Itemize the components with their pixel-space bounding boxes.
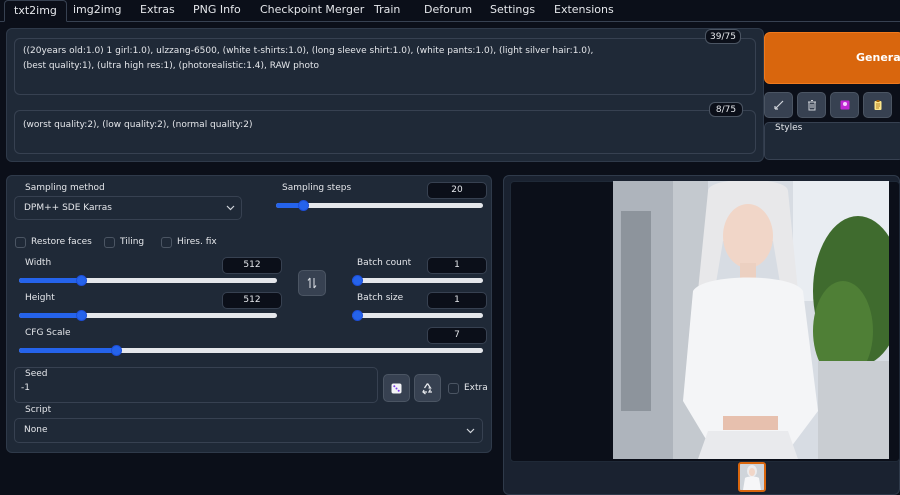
recycle-icon	[422, 382, 432, 395]
sampling-method-label: Sampling method	[25, 183, 105, 193]
extra-seed-label: Extra	[464, 383, 488, 393]
hires-fix-label: Hires. fix	[177, 237, 217, 247]
picture-icon	[840, 100, 849, 110]
swap-icon	[307, 277, 317, 289]
generated-portrait-drawing	[613, 181, 889, 459]
cfg-scale-label: CFG Scale	[25, 328, 71, 338]
tab-img2img[interactable]: img2img	[73, 0, 122, 22]
tab-extensions[interactable]: Extensions	[554, 0, 614, 22]
sampling-method-value: DPM++ SDE Karras	[24, 203, 112, 213]
slider-thumb[interactable]	[352, 310, 363, 321]
width-input[interactable]: 512	[222, 257, 282, 274]
script-value: None	[24, 425, 48, 435]
tiling-checkbox[interactable]	[104, 237, 115, 248]
read-params-button[interactable]	[764, 92, 793, 118]
clear-prompt-button[interactable]	[797, 92, 826, 118]
swap-dimensions-button[interactable]	[298, 270, 326, 296]
batch-count-slider[interactable]	[352, 275, 483, 286]
clipboard-icon	[874, 100, 881, 110]
tab-txt2img[interactable]: txt2img	[4, 0, 67, 22]
styles-label: Styles	[775, 123, 803, 133]
tab-extras[interactable]: Extras	[140, 0, 175, 22]
prompt-line-2: (best quality:1), (ultra high res:1), (p…	[23, 61, 320, 71]
script-label: Script	[25, 405, 52, 415]
slider-fill	[19, 278, 81, 283]
chevron-down-icon	[466, 428, 475, 434]
hires-fix-checkbox[interactable]	[161, 237, 172, 248]
restore-faces-checkbox[interactable]	[15, 237, 26, 248]
slider-thumb[interactable]	[297, 200, 309, 211]
negative-prompt-token-counter: 8/75	[709, 102, 743, 117]
sampling-steps-label: Sampling steps	[282, 183, 352, 193]
trash-icon	[807, 100, 816, 111]
seed-group	[14, 367, 378, 403]
cfg-scale-slider[interactable]	[19, 345, 483, 356]
slider-fill	[19, 348, 117, 353]
extra-seed-checkbox[interactable]	[448, 383, 459, 394]
batch-size-input[interactable]: 1	[427, 292, 487, 309]
height-input[interactable]: 512	[222, 292, 282, 309]
script-dropdown[interactable]: None	[14, 418, 483, 443]
batch-size-slider[interactable]	[352, 310, 483, 321]
sampling-steps-input[interactable]: 20	[427, 182, 487, 199]
tab-checkpoint-merger[interactable]: Checkpoint Merger	[260, 0, 364, 22]
cfg-scale-input[interactable]: 7	[427, 327, 487, 344]
apply-style-button[interactable]	[863, 92, 892, 118]
negative-prompt-text: (worst quality:2), (low quality:2), (nor…	[23, 120, 253, 130]
tab-settings[interactable]: Settings	[490, 0, 535, 22]
extra-networks-button[interactable]	[830, 92, 859, 118]
batch-count-label: Batch count	[357, 258, 412, 268]
random-seed-button[interactable]	[383, 374, 410, 402]
prompt-line-1: ((20years old:1.0) 1 girl:1.0), ulzzang-…	[23, 46, 594, 56]
prompt-token-counter: 39/75	[705, 29, 741, 44]
slider-fill	[19, 313, 81, 318]
slider-thumb[interactable]	[352, 275, 363, 286]
tab-train[interactable]: Train	[374, 0, 400, 22]
dice-icon	[391, 383, 402, 393]
slider-thumb[interactable]	[75, 275, 87, 286]
sampling-steps-slider[interactable]	[276, 200, 483, 211]
negative-prompt-input[interactable]: (worst quality:2), (low quality:2), (nor…	[14, 110, 756, 154]
arrow-icon	[773, 100, 783, 110]
width-slider[interactable]	[19, 275, 277, 286]
seed-input[interactable]: -1	[21, 383, 30, 393]
seed-label: Seed	[25, 369, 48, 379]
reuse-seed-button[interactable]	[414, 374, 441, 402]
tab-png-info[interactable]: PNG Info	[193, 0, 241, 22]
generated-image[interactable]	[613, 181, 889, 459]
prompt-input[interactable]: ((20years old:1.0) 1 girl:1.0), ulzzang-…	[14, 38, 756, 95]
slider-thumb[interactable]	[75, 310, 87, 321]
sampling-method-dropdown[interactable]: DPM++ SDE Karras	[14, 196, 242, 220]
tiling-label: Tiling	[120, 237, 145, 247]
batch-size-label: Batch size	[357, 293, 404, 303]
tab-deforum[interactable]: Deforum	[424, 0, 472, 22]
generate-button[interactable]: Generate	[764, 32, 900, 84]
chevron-down-icon	[226, 205, 235, 211]
height-label: Height	[25, 293, 55, 303]
tab-bar: txt2img img2img Extras PNG Info Checkpoi…	[0, 0, 900, 22]
gallery-thumbnail[interactable]	[738, 462, 766, 492]
thumbnail-portrait-drawing	[740, 464, 764, 490]
width-label: Width	[25, 258, 52, 268]
height-slider[interactable]	[19, 310, 277, 321]
restore-faces-label: Restore faces	[31, 237, 92, 247]
batch-count-input[interactable]: 1	[427, 257, 487, 274]
